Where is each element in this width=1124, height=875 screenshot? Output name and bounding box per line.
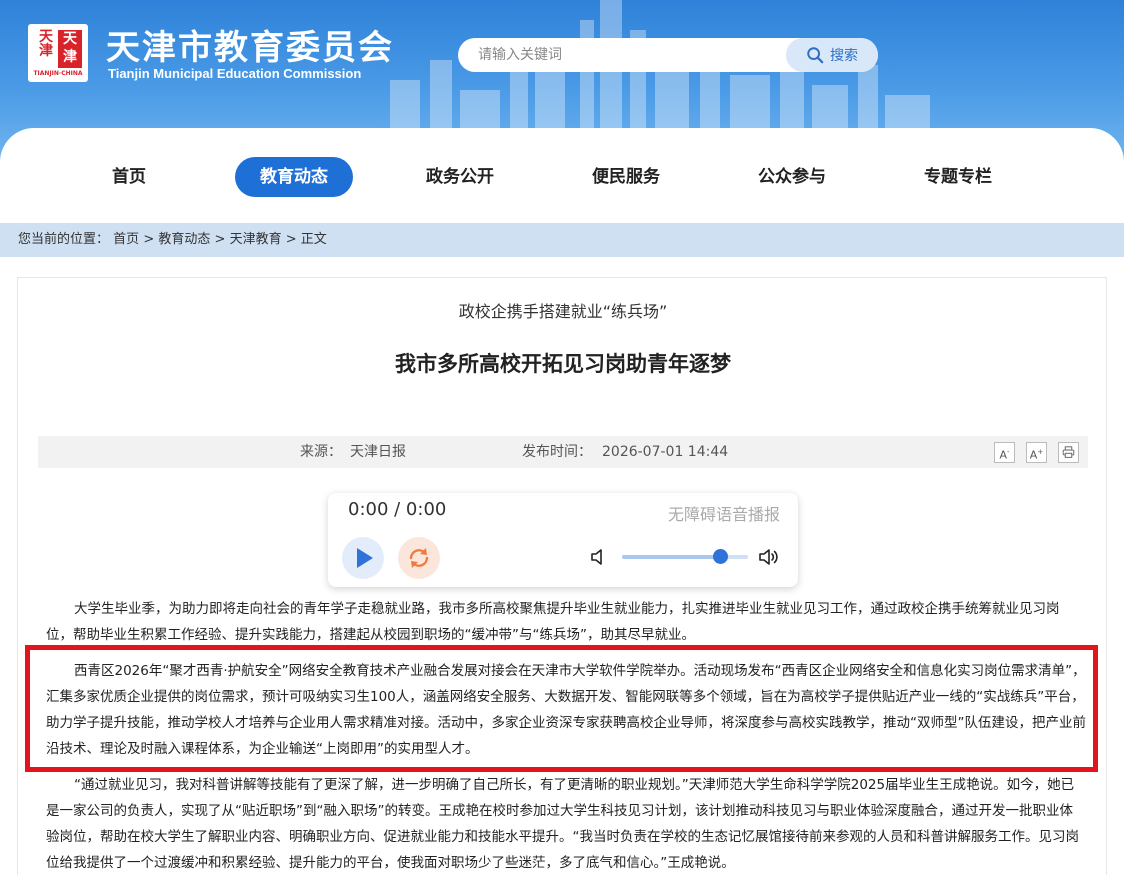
breadcrumb: 您当前的位置： 首页 > 教育动态 > 天津教育 > 正文 (0, 223, 1124, 257)
main-nav: 首页 教育动态 政务公开 便民服务 公众参与 专题专栏 (0, 128, 1124, 223)
breadcrumb-current: 正文 (300, 232, 327, 247)
breadcrumb-tianjin-education[interactable]: 天津教育 (230, 232, 282, 247)
article-title: 我市多所高校开拓见习岗助青年逐梦 (395, 352, 731, 376)
article-paragraph: 大学生毕业季，为助力即将走向社会的青年学子走稳就业路，我市多所高校聚焦提升毕业生… (46, 601, 1060, 643)
print-button[interactable] (1058, 442, 1079, 463)
article-meta-bar: 来源： 天津日报 发布时间： 2026-07-01 14:44 A- A+ (38, 436, 1088, 468)
article-paragraph-highlighted: 西青区2026年“聚才西青·护航安全”网络安全教育技术产业融合发展对接会在天津市… (46, 663, 1086, 757)
search-box: 搜索 (458, 38, 878, 72)
loop-icon (409, 548, 429, 568)
volume-slider-fill (622, 555, 721, 559)
volume-slider[interactable] (622, 549, 748, 564)
volume-slider-handle[interactable] (713, 549, 729, 564)
logo-seal-left: 天津 (39, 29, 53, 59)
nav-item-public-participation[interactable]: 公众参与 (742, 157, 842, 197)
search-button[interactable]: 搜索 (786, 38, 878, 72)
site-subtitle: Tianjin Municipal Education Commission (108, 66, 362, 81)
volume-up-icon[interactable] (758, 547, 780, 567)
breadcrumb-home[interactable]: 首页 (113, 232, 139, 247)
breadcrumb-prefix: 您当前的位置： (18, 232, 110, 247)
article-subtitle: 政校企携手搭建就业“练兵场” (458, 302, 668, 321)
article-container: 政校企携手搭建就业“练兵场” 我市多所高校开拓见习岗助青年逐梦 来源： 天津日报… (17, 277, 1107, 875)
breadcrumb-separator: > (214, 232, 226, 247)
font-increase-button[interactable]: A+ (1026, 442, 1047, 463)
article-paragraph: “通过就业见习，我对科普讲解等技能有了更深了解，进一步明确了自己所长，有了更清晰… (46, 777, 1079, 871)
loop-button[interactable] (398, 537, 440, 579)
audio-time: 0:00 / 0:00 (348, 499, 447, 520)
volume-down-icon[interactable] (590, 548, 608, 566)
source-value: 天津日报 (350, 444, 406, 460)
nav-item-education-news[interactable]: 教育动态 (235, 157, 353, 197)
search-input[interactable] (458, 38, 786, 72)
search-icon (807, 47, 824, 64)
audio-player: 0:00 / 0:00 无障碍语音播报 (328, 493, 798, 587)
nav-item-special-topics[interactable]: 专题专栏 (908, 157, 1008, 197)
logo-seal-right: 天津 (58, 30, 82, 68)
publish-time-value: 2026-07-01 14:44 (602, 444, 729, 460)
site-logo[interactable]: 天津 天津 TIANJIN·CHINA (28, 24, 88, 82)
play-button[interactable] (342, 537, 384, 579)
source-label: 来源： (300, 444, 342, 460)
publish-time-label: 发布时间： (522, 444, 592, 460)
nav-item-government-affairs[interactable]: 政务公开 (410, 157, 510, 197)
logo-caption: TIANJIN·CHINA (33, 70, 83, 77)
font-decrease-button[interactable]: A- (994, 442, 1015, 463)
breadcrumb-separator: > (285, 232, 297, 247)
breadcrumb-separator: > (143, 232, 155, 247)
audio-player-label: 无障碍语音播报 (667, 505, 780, 524)
nav-item-public-services[interactable]: 便民服务 (576, 157, 676, 197)
play-icon (357, 548, 373, 568)
search-button-label: 搜索 (830, 48, 858, 64)
site-title: 天津市教育委员会 (106, 28, 394, 68)
breadcrumb-education-news[interactable]: 教育动态 (158, 232, 210, 247)
nav-item-home[interactable]: 首页 (80, 157, 178, 197)
print-icon (1062, 446, 1075, 458)
